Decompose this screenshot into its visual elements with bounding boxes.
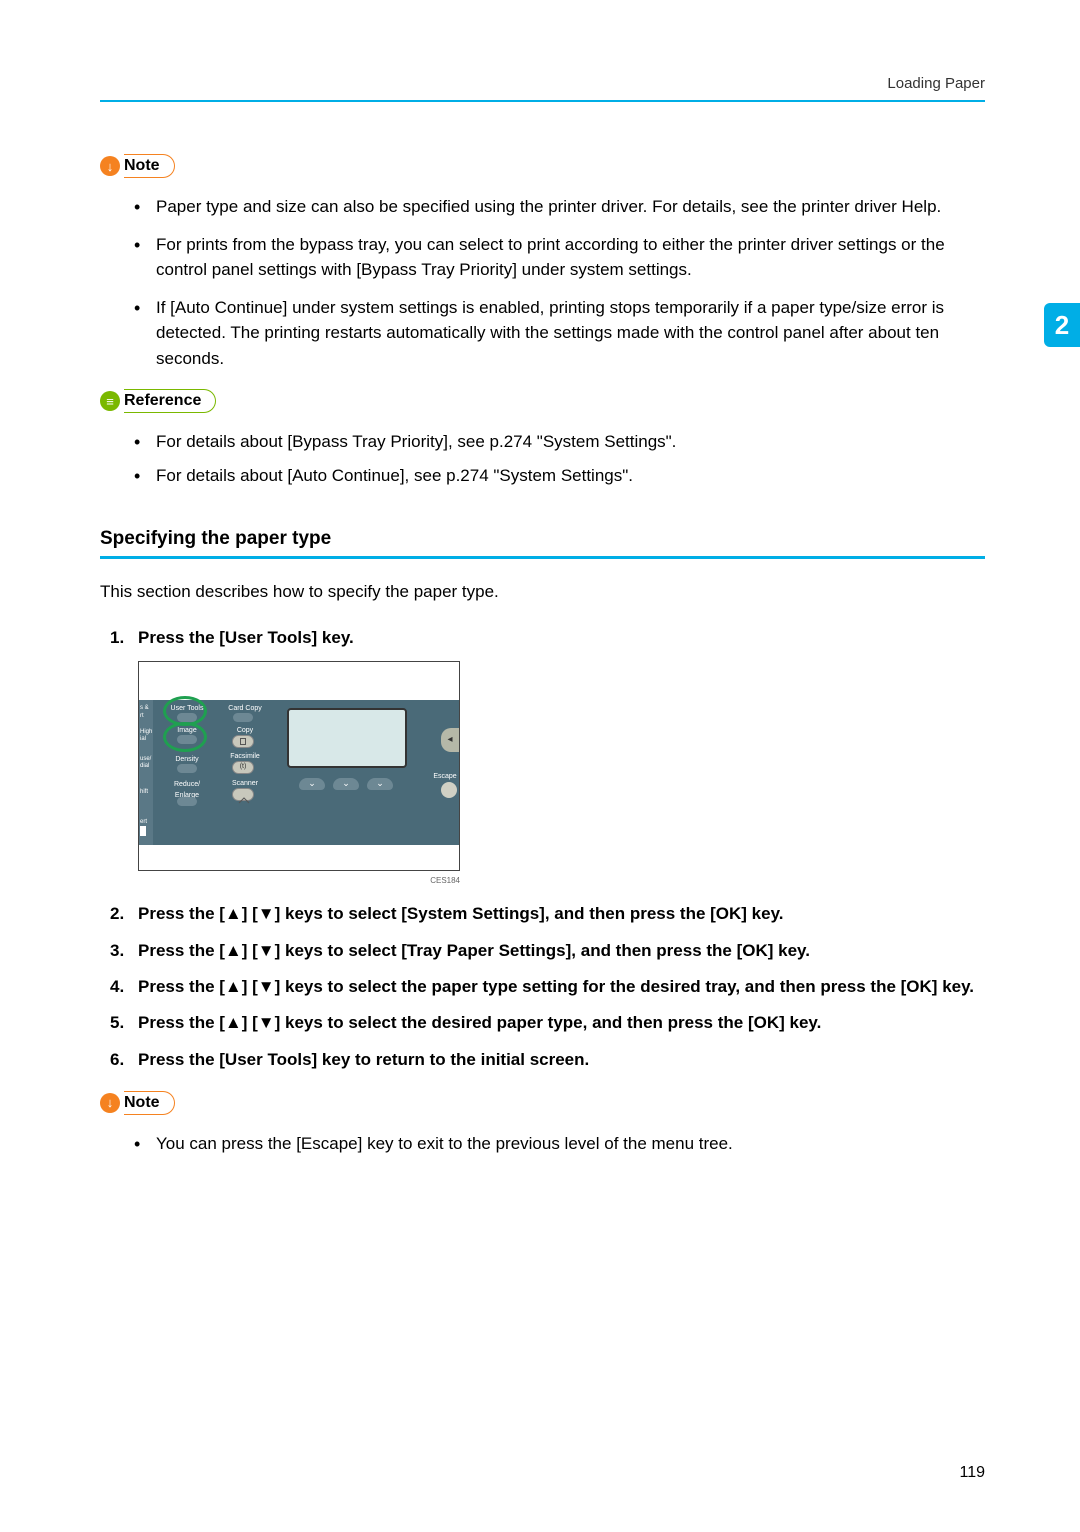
down-arrow-icon: ↓ [100, 1093, 120, 1113]
lcd-nav-button[interactable]: ⌄ [299, 778, 325, 790]
note-item: If [Auto Continue] under system settings… [134, 295, 985, 372]
step-3: Press the [▲] [▼] keys to select [Tray P… [110, 938, 985, 964]
note-list: Paper type and size can also be specifie… [100, 194, 985, 371]
list-icon: ≡ [100, 391, 120, 411]
reference-list: For details about [Bypass Tray Priority]… [100, 429, 985, 488]
step-4: Press the [▲] [▼] keys to select the pap… [110, 974, 985, 1000]
step-1: Press the [User Tools] key. s & rt High … [110, 625, 985, 888]
section-heading: Specifying the paper type [100, 528, 985, 550]
note-item: You can press the [Escape] key to exit t… [134, 1131, 985, 1157]
note-label: Note [124, 1094, 174, 1112]
page-number: 119 [959, 1464, 985, 1482]
escape-label: Escape [431, 772, 459, 783]
lcd-nav-button[interactable]: ⌄ [333, 778, 359, 790]
note-callout: ↓ Note [100, 152, 175, 180]
note-list: You can press the [Escape] key to exit t… [100, 1131, 985, 1157]
chapter-tab: 2 [1044, 303, 1080, 347]
escape-button[interactable] [441, 782, 457, 798]
reference-item: For details about [Bypass Tray Priority]… [134, 429, 985, 455]
step-2: Press the [▲] [▼] keys to select [System… [110, 901, 985, 927]
breadcrumb: Loading Paper [100, 75, 985, 100]
facsimile-button[interactable]: (t) [232, 761, 254, 774]
reference-callout: ≡ Reference [100, 387, 216, 415]
card-copy-button[interactable] [233, 713, 253, 722]
note-item: Paper type and size can also be specifie… [134, 194, 985, 220]
reference-item: For details about [Auto Continue], see p… [134, 463, 985, 489]
section-intro: This section describes how to specify th… [100, 579, 985, 605]
note-callout: ↓ Note [100, 1089, 175, 1117]
copy-button[interactable] [232, 735, 254, 748]
control-panel-illustration: s & rt High ial use/ dial hift ert User … [138, 661, 460, 871]
image-code: CES184 [138, 875, 460, 887]
note-item: For prints from the bypass tray, you can… [134, 232, 985, 283]
step-5: Press the [▲] [▼] keys to select the des… [110, 1010, 985, 1036]
lcd-nav-button[interactable]: ⌄ [367, 778, 393, 790]
image-highlight [163, 722, 207, 752]
note-label: Note [124, 157, 174, 175]
density-button[interactable] [177, 764, 197, 773]
down-arrow-icon: ↓ [100, 156, 120, 176]
steps-list: Press the [User Tools] key. s & rt High … [100, 625, 985, 1073]
step-6: Press the [User Tools] key to return to … [110, 1047, 985, 1073]
reduce-enlarge-button[interactable] [177, 797, 197, 806]
scanner-button[interactable] [232, 788, 254, 801]
nav-left-button[interactable]: ◂ [441, 728, 459, 752]
user-tools-button[interactable] [177, 713, 197, 722]
section-divider [100, 556, 985, 559]
reference-label: Reference [124, 392, 215, 410]
lcd-screen [287, 708, 407, 768]
header-divider [100, 100, 985, 102]
